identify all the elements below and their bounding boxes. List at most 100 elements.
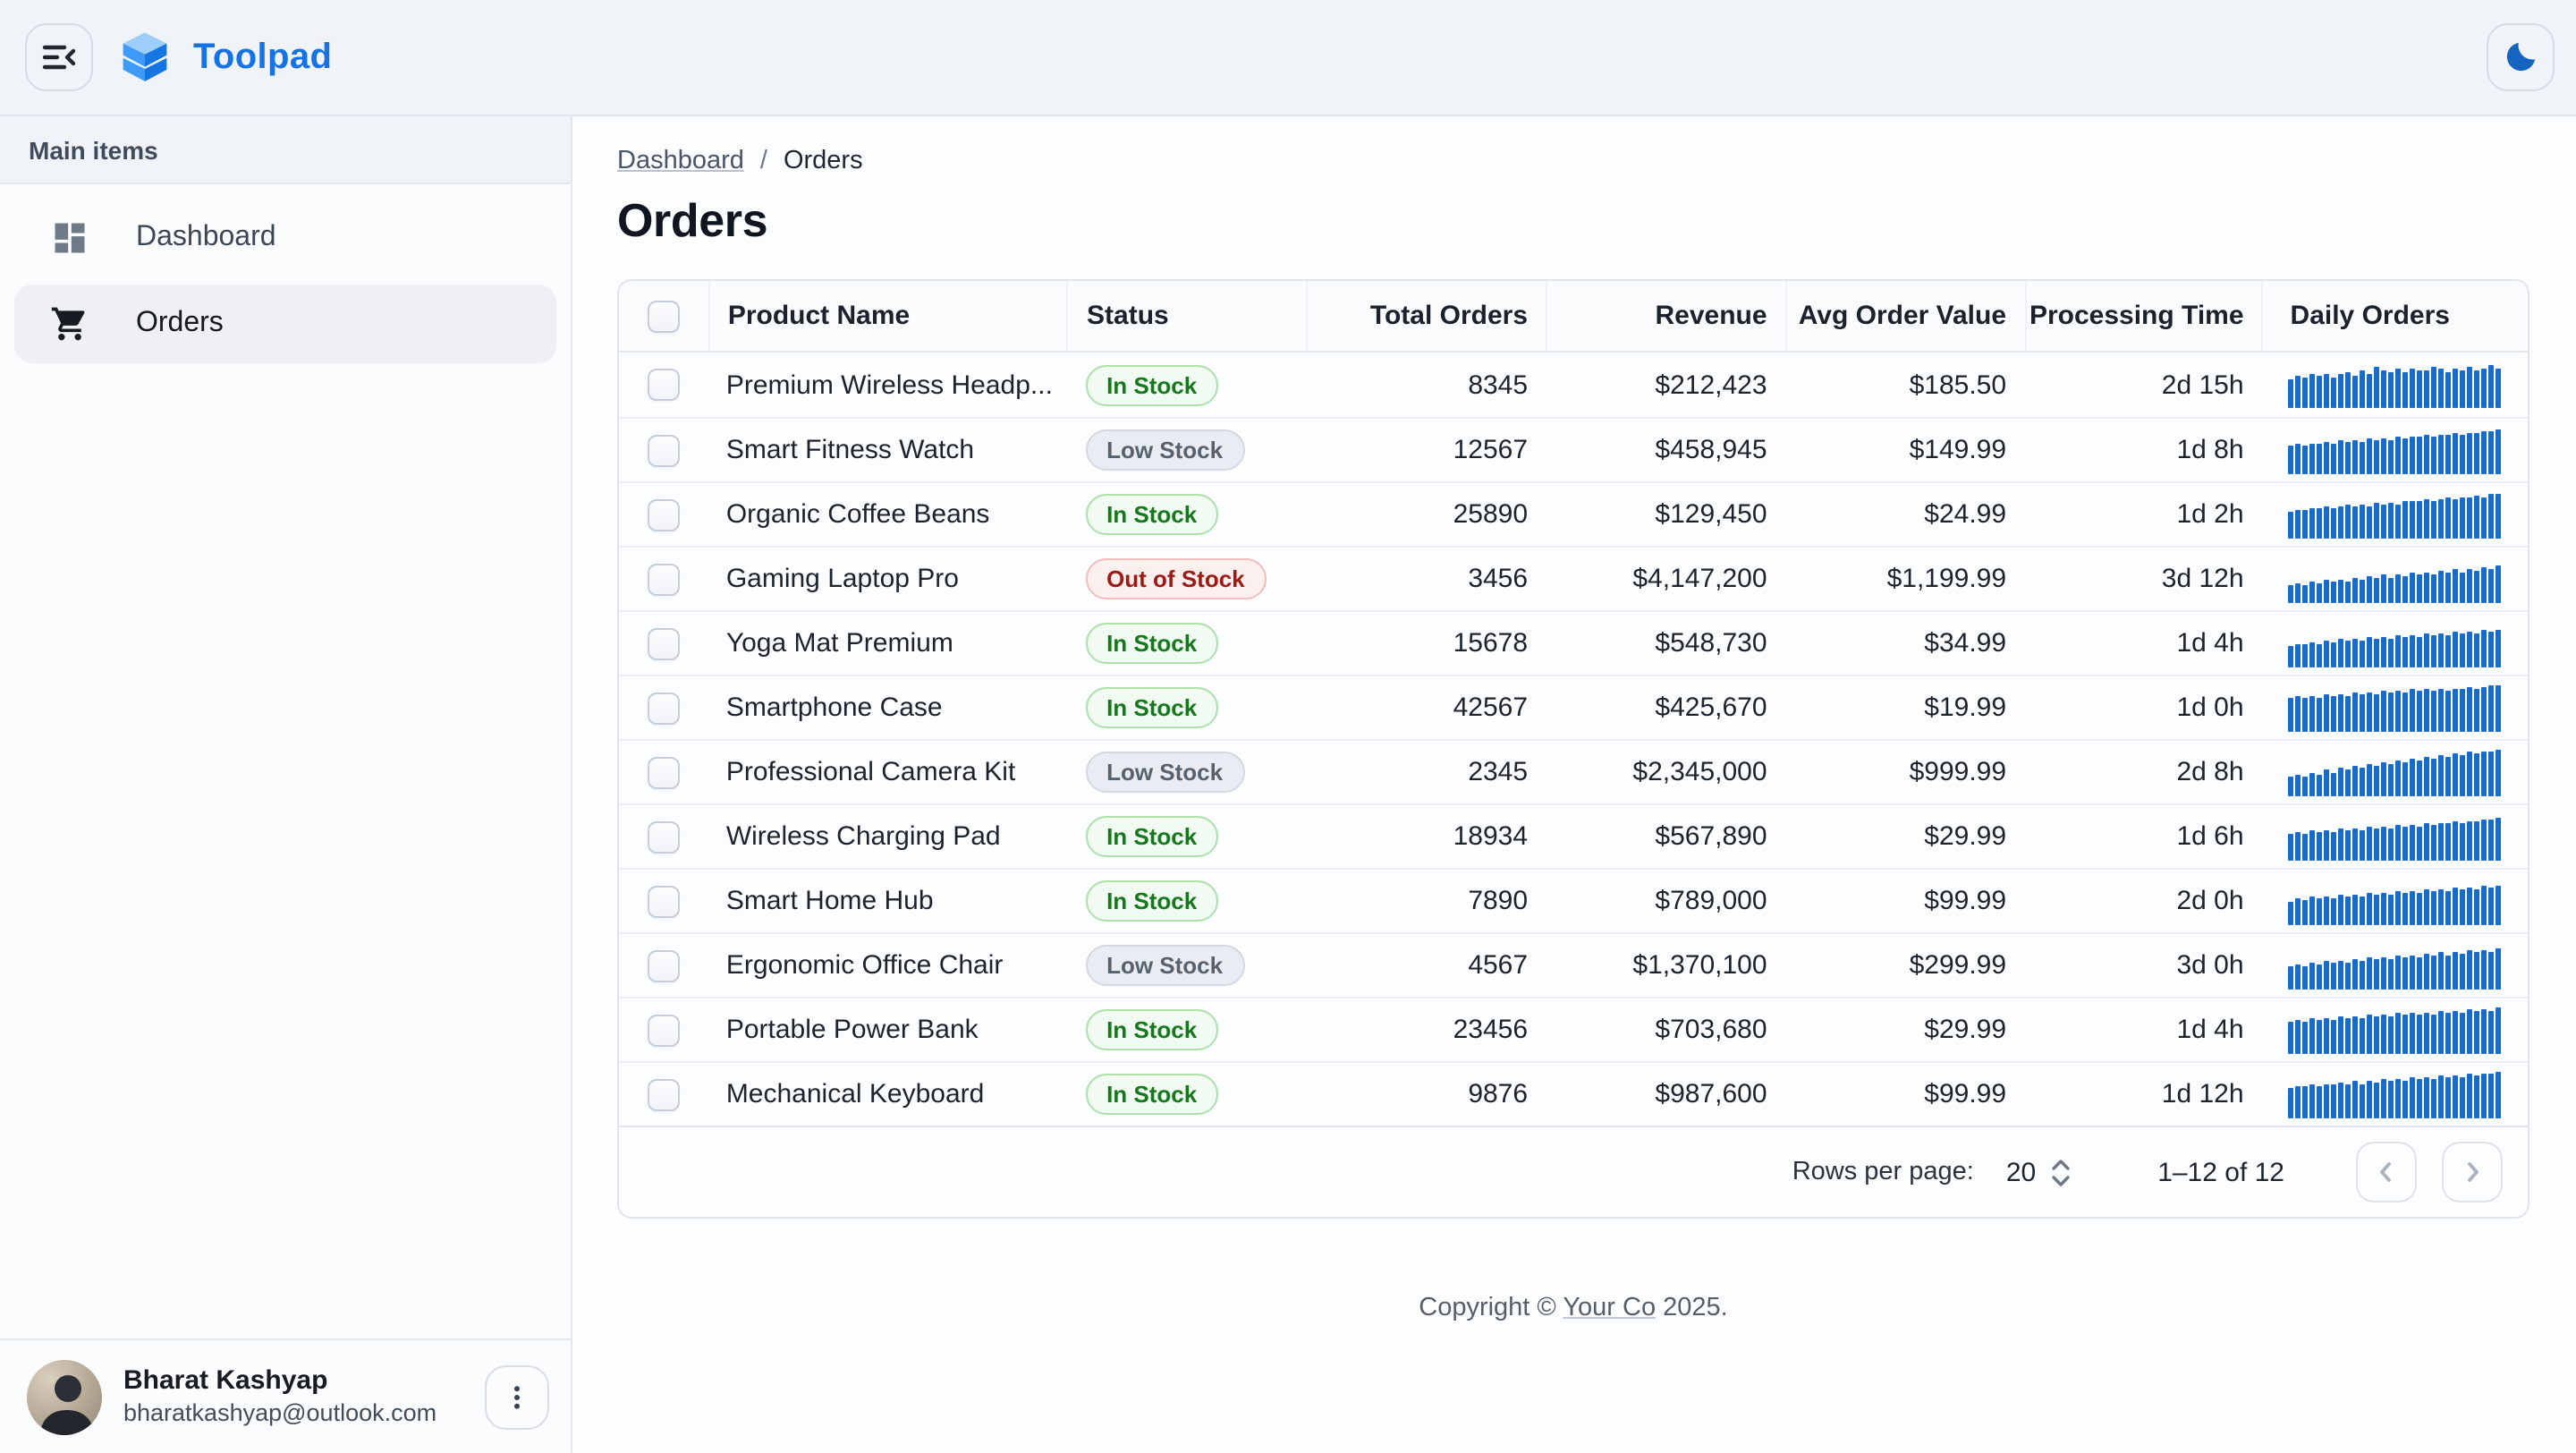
processing-time-cell: 1d 8h [2176,435,2243,465]
revenue-cell: $703,680 [1655,1015,1767,1045]
table-row[interactable]: Mechanical Keyboard In Stock 9876 $987,6… [619,1061,2528,1126]
table-row[interactable]: Smart Home Hub In Stock 7890 $789,000 $9… [619,868,2528,932]
user-menu-button[interactable] [485,1364,549,1429]
table-row[interactable]: Organic Coffee Beans In Stock 25890 $129… [619,481,2528,546]
column-header-daily-orders[interactable]: Daily Orders [2262,281,2528,351]
avg-order-value-cell: $1,199.99 [1887,564,2006,594]
sidebar-item-label: Dashboard [136,222,276,254]
product-name-cell: Smart Home Hub [726,886,934,916]
table-row[interactable]: Yoga Mat Premium In Stock 15678 $548,730… [619,610,2528,675]
row-checkbox[interactable] [648,563,680,595]
breadcrumb-link-dashboard[interactable]: Dashboard [617,147,744,175]
total-orders-cell: 15678 [1453,628,1528,659]
daily-orders-sparkline [2289,684,2504,731]
table-row[interactable]: Smart Fitness Watch Low Stock 12567 $458… [619,417,2528,481]
column-header-processing-time[interactable]: Processing Time [2024,281,2262,351]
toolpad-logo [122,30,168,84]
table-row[interactable]: Smartphone Case In Stock 42567 $425,670 … [619,675,2528,739]
select-all-checkbox[interactable] [648,300,680,332]
row-checkbox[interactable] [648,1014,680,1046]
product-name-cell: Wireless Charging Pad [726,821,1001,852]
sidebar-nav: Dashboard Orders [0,184,571,385]
product-name-cell: Smart Fitness Watch [726,435,974,465]
revenue-cell: $458,945 [1655,435,1767,465]
row-checkbox[interactable] [648,627,680,659]
row-checkbox[interactable] [648,949,680,981]
row-checkbox[interactable] [648,434,680,466]
rows-per-page-select[interactable]: 20 [2006,1157,2072,1187]
breadcrumb-separator: / [760,147,767,175]
avg-order-value-cell: $24.99 [1924,499,2006,530]
row-checkbox[interactable] [648,756,680,788]
total-orders-cell: 25890 [1453,499,1528,530]
collapse-menu-button[interactable] [25,23,93,91]
daily-orders-sparkline [2289,813,2504,860]
product-name-cell: Ergonomic Office Chair [726,950,1004,981]
daily-orders-sparkline [2289,427,2504,473]
company-link[interactable]: Your Co [1563,1294,1656,1322]
avg-order-value-cell: $19.99 [1924,693,2006,723]
avg-order-value-cell: $99.99 [1924,886,2006,916]
rows-per-page-label: Rows per page: [1792,1158,1974,1186]
table-body: Premium Wireless Headp... In Stock 8345 … [619,353,2528,1126]
row-checkbox[interactable] [648,369,680,401]
table-row[interactable]: Premium Wireless Headp... In Stock 8345 … [619,353,2528,417]
revenue-cell: $425,670 [1655,693,1767,723]
column-header-product-name[interactable]: Product Name [708,281,1065,351]
column-header-avg-order-value[interactable]: Avg Order Value [1785,281,2025,351]
daily-orders-sparkline [2289,749,2504,795]
app-bar: Toolpad [0,0,2576,116]
status-badge: Low Stock [1085,752,1244,793]
page-title: Orders [617,193,2533,249]
sidebar-item-orders[interactable]: Orders [14,285,556,363]
table-row[interactable]: Portable Power Bank In Stock 23456 $703,… [619,997,2528,1061]
avg-order-value-cell: $299.99 [1910,950,2006,981]
avg-order-value-cell: $149.99 [1910,435,2006,465]
total-orders-cell: 18934 [1453,821,1528,852]
user-name: Bharat Kashyap [123,1364,485,1398]
row-checkbox[interactable] [648,820,680,853]
breadcrumb: Dashboard / Orders [617,147,2533,175]
sidebar-item-label: Orders [136,308,224,340]
row-checkbox[interactable] [648,498,680,531]
status-badge: Low Stock [1085,945,1244,986]
avg-order-value-cell: $99.99 [1924,1079,2006,1109]
table-row[interactable]: Professional Camera Kit Low Stock 2345 $… [619,739,2528,803]
processing-time-cell: 1d 6h [2176,821,2243,852]
table-row[interactable]: Ergonomic Office Chair Low Stock 4567 $1… [619,932,2528,997]
theme-toggle-button[interactable] [2487,23,2555,91]
revenue-cell: $2,345,000 [1632,757,1767,787]
total-orders-cell: 4567 [1468,950,1528,981]
more-vert-icon [501,1381,533,1413]
processing-time-cell: 1d 0h [2176,693,2243,723]
column-header-revenue[interactable]: Revenue [1546,281,1785,351]
row-checkbox[interactable] [648,692,680,724]
status-badge: In Stock [1085,816,1218,857]
processing-time-cell: 1d 4h [2176,1015,2243,1045]
breadcrumb-current: Orders [784,147,863,175]
table-row[interactable]: Wireless Charging Pad In Stock 18934 $56… [619,803,2528,868]
total-orders-cell: 2345 [1468,757,1528,787]
row-checkbox[interactable] [648,1078,680,1110]
avg-order-value-cell: $34.99 [1924,628,2006,659]
status-badge: Out of Stock [1085,558,1267,599]
daily-orders-sparkline [2289,361,2504,408]
sidebar-item-dashboard[interactable]: Dashboard [14,199,556,277]
processing-time-cell: 3d 12h [2162,564,2244,594]
product-name-cell: Yoga Mat Premium [726,628,953,659]
collapse-menu-icon [39,38,79,77]
processing-time-cell: 1d 12h [2162,1079,2244,1109]
previous-page-button[interactable] [2356,1142,2417,1202]
orders-table: Product Name Status Total Orders Revenue… [617,279,2529,1219]
column-header-total-orders[interactable]: Total Orders [1307,281,1546,351]
processing-time-cell: 3d 0h [2176,950,2243,981]
user-section: Bharat Kashyap bharatkashyap@outlook.com [0,1338,571,1453]
select-all-header-cell [619,281,708,351]
avg-order-value-cell: $29.99 [1924,1015,2006,1045]
status-badge: In Stock [1085,364,1218,405]
next-page-button[interactable] [2442,1142,2503,1202]
daily-orders-sparkline [2289,556,2504,602]
column-header-status[interactable]: Status [1065,281,1307,351]
table-row[interactable]: Gaming Laptop Pro Out of Stock 3456 $4,1… [619,546,2528,610]
row-checkbox[interactable] [648,885,680,917]
